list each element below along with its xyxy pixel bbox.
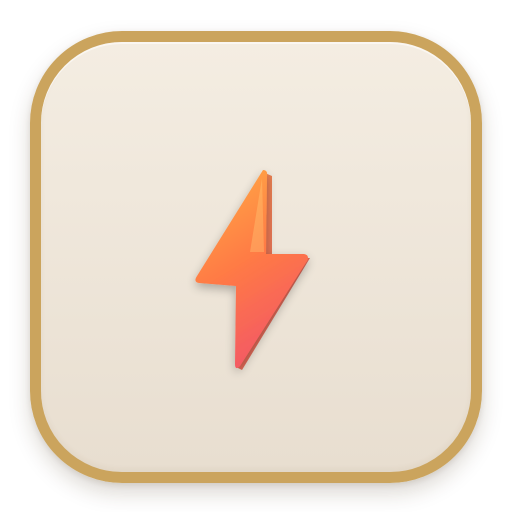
app-icon-canvas: [0, 0, 512, 512]
app-icon-tile[interactable]: [30, 31, 482, 483]
